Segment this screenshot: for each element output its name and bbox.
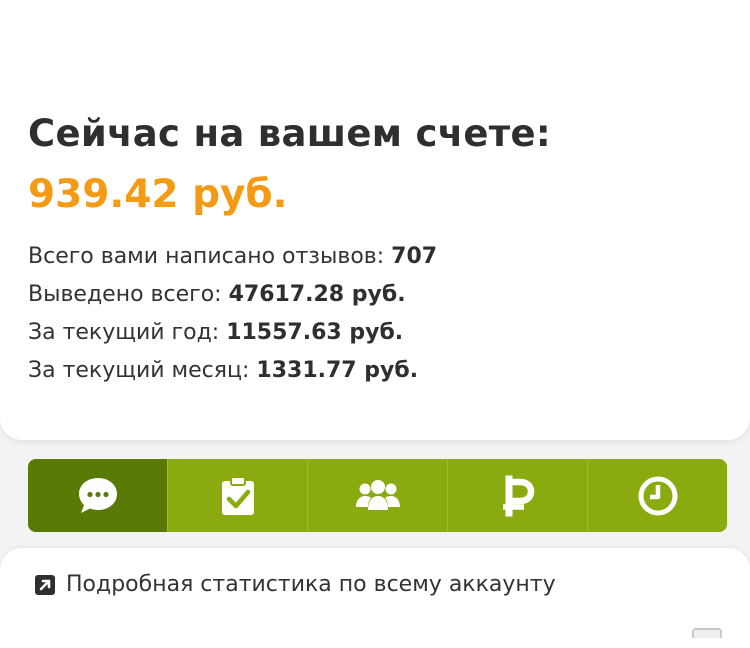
stat-current-month: За текущий месяц: 1331.77 руб. xyxy=(28,352,437,390)
chat-bubble-icon xyxy=(76,475,120,517)
stat-label: За текущий месяц: xyxy=(28,358,257,383)
section-toolbar xyxy=(28,459,727,532)
stat-value: 707 xyxy=(391,244,438,269)
tab-history[interactable] xyxy=(587,459,727,532)
ruble-icon xyxy=(500,475,536,517)
tab-reviews[interactable] xyxy=(28,459,167,532)
balance-amount: 939.42 руб. xyxy=(28,172,288,217)
external-link-icon xyxy=(34,574,56,596)
scroll-handle[interactable] xyxy=(692,628,722,638)
balance-title: Сейчас на вашем счете: xyxy=(28,112,552,155)
clock-icon xyxy=(637,475,679,517)
details-card xyxy=(0,548,750,648)
stat-label: Всего вами написано отзывов: xyxy=(28,244,392,269)
stat-value: 11557.63 руб. xyxy=(226,320,404,345)
account-statistics-link[interactable]: Подробная статистика по всему аккаунту xyxy=(34,572,556,597)
stat-value: 1331.77 руб. xyxy=(256,358,419,383)
stat-reviews-written: Всего вами написано отзывов: 707 xyxy=(28,238,437,276)
account-summary-card: Сейчас на вашем счете: 939.42 руб. Всего… xyxy=(0,0,750,440)
stat-withdrawn-total: Выведено всего: 47617.28 руб. xyxy=(28,276,437,314)
tab-tasks[interactable] xyxy=(167,459,307,532)
tab-referrals[interactable] xyxy=(307,459,447,532)
stat-label: За текущий год: xyxy=(28,320,227,345)
tab-payments[interactable] xyxy=(447,459,587,532)
stat-label: Выведено всего: xyxy=(28,282,229,307)
stat-current-year: За текущий год: 11557.63 руб. xyxy=(28,314,437,352)
stat-value: 47617.28 руб. xyxy=(228,282,406,307)
clipboard-check-icon xyxy=(218,475,258,517)
account-statistics-link-label: Подробная статистика по всему аккаунту xyxy=(66,572,556,597)
users-group-icon xyxy=(355,479,401,513)
stats-list: Всего вами написано отзывов: 707 Выведен… xyxy=(28,238,437,390)
